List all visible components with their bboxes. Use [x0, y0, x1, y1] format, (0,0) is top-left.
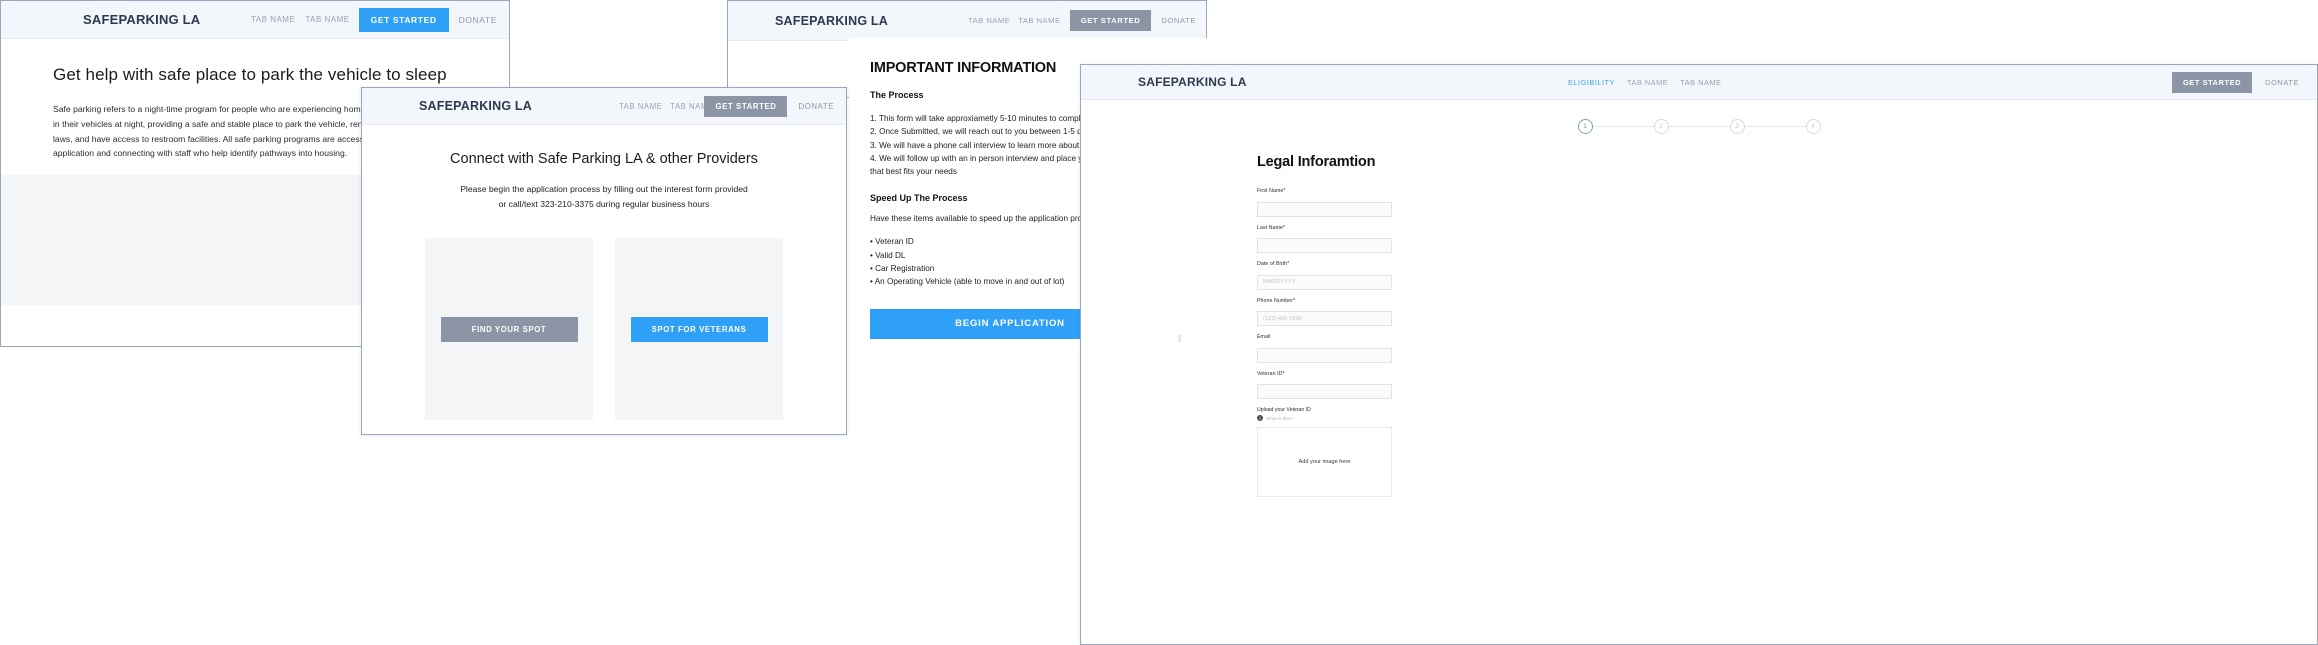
step-connector	[1745, 126, 1806, 127]
field-date-of-birth: Date of Birth*	[1257, 261, 1392, 290]
field-email: Email	[1257, 334, 1392, 363]
field-phone-number: Phone Number*	[1257, 298, 1392, 327]
step-connector	[1593, 126, 1654, 127]
connect-line-2: or call/text 323-210-3375 during regular…	[362, 197, 846, 212]
upload-icon: ⬆	[1175, 334, 1184, 345]
panel-legal-information-page: SAFEPARKING LA ELIGIBILITY TAB NAME TAB …	[1080, 64, 2318, 645]
navbar: SAFEPARKING LA TAB NAME TAB NAME GET STA…	[362, 88, 846, 125]
donate-link[interactable]: DONATE	[1161, 16, 1196, 25]
step-indicator-4[interactable]: 4	[1806, 119, 1821, 134]
get-started-button[interactable]: GET STARTED	[2172, 72, 2252, 93]
option-card-row: FIND YOUR SPOT SPOT FOR VETERANS	[362, 238, 846, 420]
email-input[interactable]	[1257, 348, 1392, 363]
nav-tab-2[interactable]: TAB NAME	[1018, 16, 1060, 25]
what-is-this-label: What is this?	[1266, 416, 1292, 421]
panel-connect-page: SAFEPARKING LA TAB NAME TAB NAME GET STA…	[361, 87, 847, 435]
legal-form: First Name* Last Name* Date of Birth* Ph…	[1257, 188, 1392, 497]
field-veteran-id: Veteran ID*	[1257, 371, 1392, 400]
step-connector	[1669, 126, 1730, 127]
progress-stepper: 1 2 3 4	[1081, 119, 2317, 134]
upload-section: Upload your Veteran ID i What is this? A…	[1257, 407, 1392, 497]
page-title: Get help with safe place to park the veh…	[53, 65, 457, 85]
donate-link[interactable]: DONATE	[2265, 78, 2299, 87]
brand-logo: SAFEPARKING LA	[83, 12, 200, 27]
navbar: SAFEPARKING LA TAB NAME TAB NAME GET STA…	[728, 1, 1206, 41]
brand-logo: SAFEPARKING LA	[1138, 75, 1247, 89]
field-label: Phone Number*	[1257, 298, 1392, 304]
step-indicator-3[interactable]: 3	[1730, 119, 1745, 134]
nav-tab-1[interactable]: TAB NAME	[619, 102, 662, 111]
nav-tab-eligibility[interactable]: ELIGIBILITY	[1568, 78, 1615, 87]
donate-link[interactable]: DONATE	[798, 102, 834, 111]
nav-tabs: TAB NAME TAB NAME	[251, 15, 350, 24]
step-indicator-2[interactable]: 2	[1654, 119, 1669, 134]
field-first-name: First Name*	[1257, 188, 1392, 217]
nav-actions: GET STARTED DONATE	[359, 8, 497, 32]
veteran-id-input[interactable]	[1257, 384, 1392, 399]
card-find-your-spot: FIND YOUR SPOT	[425, 238, 593, 420]
last-name-input[interactable]	[1257, 238, 1392, 253]
field-label: First Name*	[1257, 188, 1392, 194]
field-label: Date of Birth*	[1257, 261, 1392, 267]
connect-line-1: Please begin the application process by …	[362, 182, 846, 197]
spot-for-veterans-button[interactable]: SPOT FOR VETERANS	[631, 317, 768, 342]
first-name-input[interactable]	[1257, 202, 1392, 217]
get-started-button[interactable]: GET STARTED	[1070, 10, 1152, 31]
nav-tab-2[interactable]: TAB NAME	[305, 15, 349, 24]
nav-tabs: ELIGIBILITY TAB NAME TAB NAME	[1568, 78, 1721, 87]
field-last-name: Last Name*	[1257, 225, 1392, 254]
donate-link[interactable]: DONATE	[459, 15, 497, 25]
connect-content: Connect with Safe Parking LA & other Pro…	[362, 125, 846, 420]
nav-tab-2[interactable]: TAB NAME	[1680, 78, 1721, 87]
navbar: SAFEPARKING LA TAB NAME TAB NAME GET STA…	[1, 1, 509, 39]
date-of-birth-input[interactable]	[1257, 275, 1392, 290]
step-indicator-1[interactable]: 1	[1578, 119, 1593, 134]
get-started-button[interactable]: GET STARTED	[704, 96, 787, 117]
field-label: Veteran ID*	[1257, 371, 1392, 377]
nav-actions: GET STARTED DONATE	[704, 96, 834, 117]
nav-tabs: TAB NAME TAB NAME	[968, 16, 1061, 25]
nav-tab-1[interactable]: TAB NAME	[251, 15, 295, 24]
upload-label: Upload your Veteran ID	[1257, 407, 1392, 413]
navbar: SAFEPARKING LA ELIGIBILITY TAB NAME TAB …	[1081, 65, 2317, 100]
info-icon: i	[1257, 415, 1263, 421]
nav-actions: GET STARTED DONATE	[2172, 72, 2299, 93]
card-spot-for-veterans: SPOT FOR VETERANS	[615, 238, 783, 420]
get-started-button[interactable]: GET STARTED	[359, 8, 449, 32]
phone-number-input[interactable]	[1257, 311, 1392, 326]
nav-tab-1[interactable]: TAB NAME	[1627, 78, 1668, 87]
brand-logo: SAFEPARKING LA	[419, 99, 532, 113]
page-title: Connect with Safe Parking LA & other Pro…	[362, 151, 846, 167]
mockup-board: SAFEPARKING LA TAB NAME TAB NAME GET STA…	[0, 0, 2318, 645]
field-label: Last Name*	[1257, 225, 1392, 231]
what-is-this-help[interactable]: i What is this?	[1257, 415, 1392, 421]
nav-tab-1[interactable]: TAB NAME	[968, 16, 1010, 25]
dropzone-label: Add your image here	[1299, 459, 1351, 465]
nav-actions: GET STARTED DONATE	[1070, 10, 1196, 31]
page-title: Legal Inforamtion	[1257, 154, 2317, 170]
find-your-spot-button[interactable]: FIND YOUR SPOT	[441, 317, 578, 342]
field-label: Email	[1257, 334, 1392, 340]
brand-logo: SAFEPARKING LA	[775, 14, 888, 28]
image-dropzone[interactable]: Add your image here	[1257, 427, 1392, 497]
nav-tabs: TAB NAME TAB NAME	[619, 102, 714, 111]
